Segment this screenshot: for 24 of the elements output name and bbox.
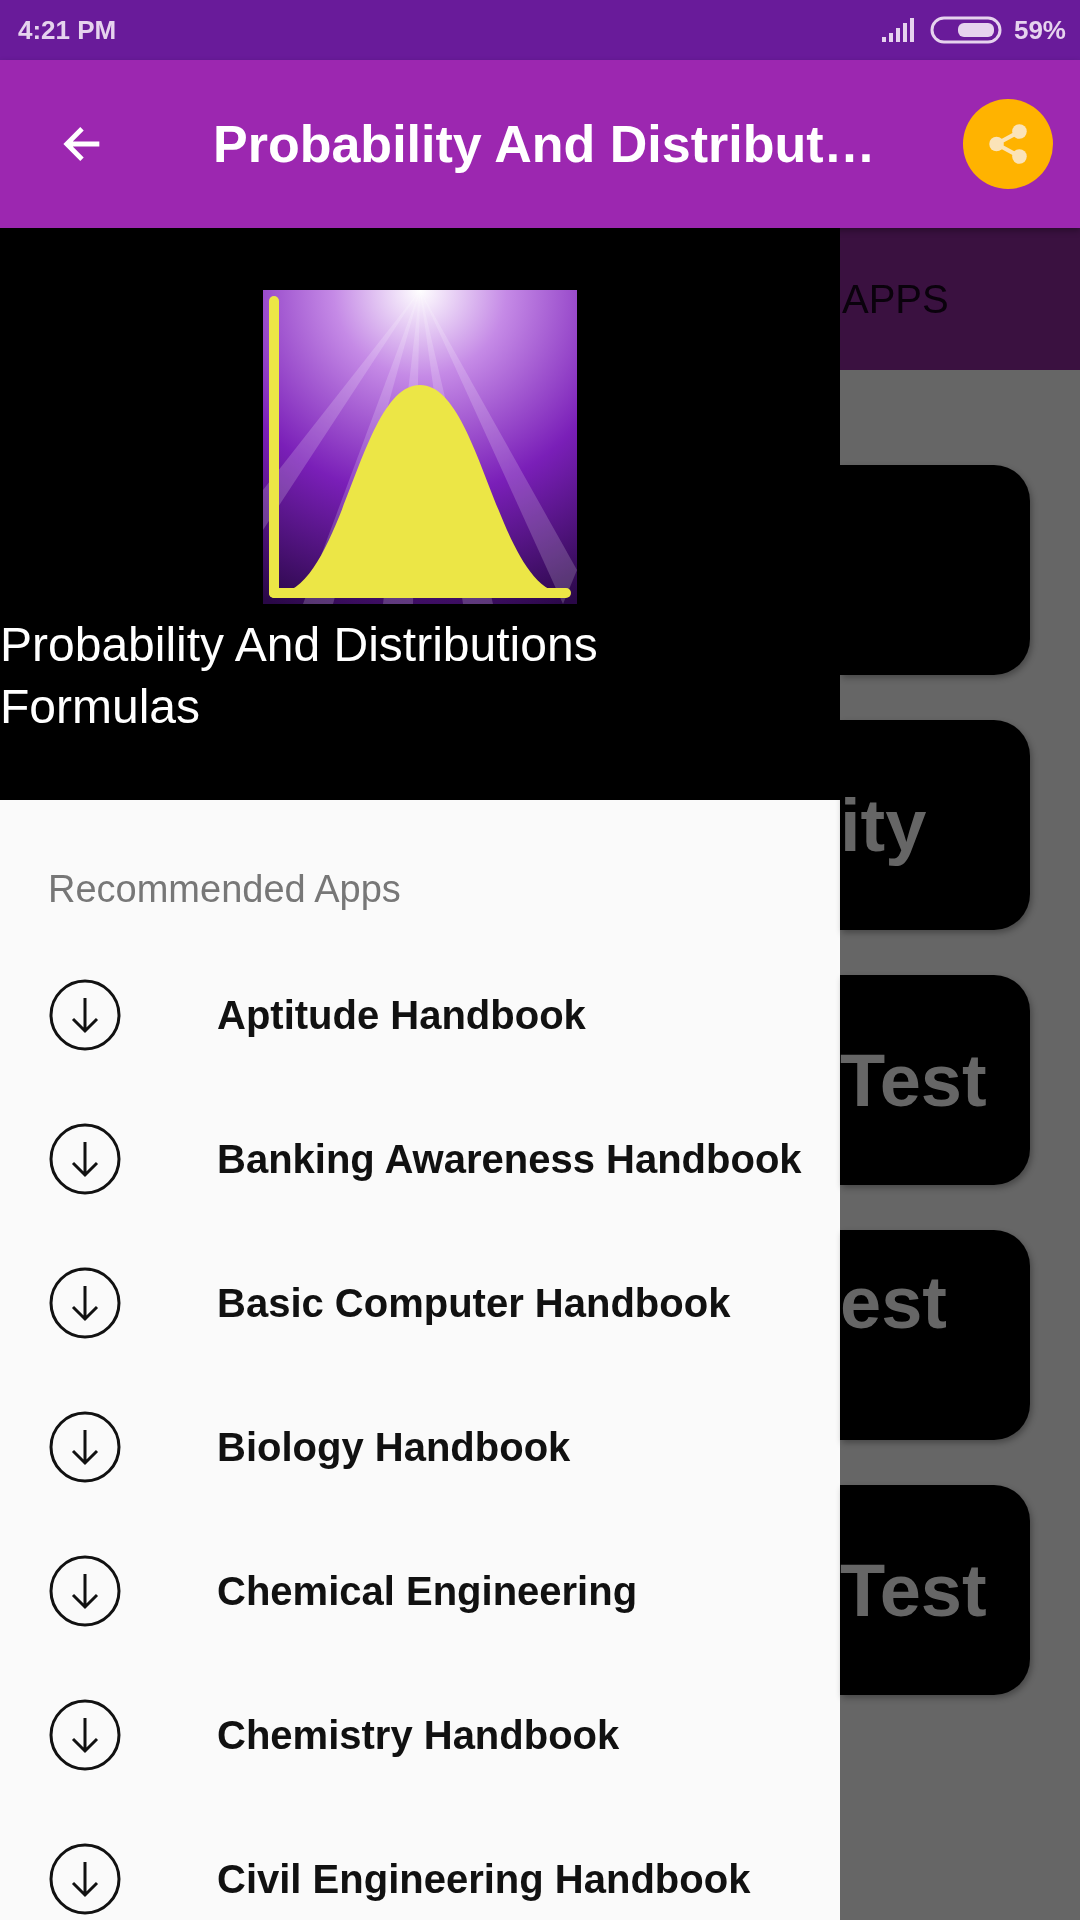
- download-icon: [48, 1122, 122, 1196]
- drawer-item[interactable]: Chemistry Handbook: [0, 1663, 840, 1807]
- menu-card[interactable]: est: [840, 1230, 1030, 1440]
- battery-icon: [929, 16, 1002, 44]
- download-icon: [48, 1842, 122, 1916]
- app-name: Probability And Distributions Formulas: [0, 617, 599, 735]
- drawer-item[interactable]: Aptitude Handbook: [0, 943, 840, 1087]
- menu-card[interactable]: ity: [840, 720, 1030, 930]
- drawer-item[interactable]: Chemical Engineering: [0, 1519, 840, 1663]
- drawer-item[interactable]: Biology Handbook: [0, 1375, 840, 1519]
- drawer-item[interactable]: Basic Computer Handbook: [0, 1231, 840, 1375]
- drawer-item[interactable]: Banking Awareness Handbook: [0, 1087, 840, 1231]
- download-icon: [48, 1410, 122, 1484]
- menu-card[interactable]: Test: [840, 1485, 1030, 1695]
- download-icon: [48, 1554, 122, 1628]
- app-title: Probability And Distribut…: [213, 114, 877, 174]
- download-icon: [48, 978, 122, 1052]
- status-time: 4:21 PM: [18, 14, 117, 46]
- menu-card[interactable]: Test: [840, 975, 1030, 1185]
- download-icon: [48, 1266, 122, 1340]
- drawer-item[interactable]: Civil Engineering Handbook: [0, 1807, 840, 1920]
- download-icon: [48, 1698, 122, 1772]
- battery-percent: 59%: [1013, 14, 1066, 46]
- section-heading: Recommended Apps: [47, 868, 402, 911]
